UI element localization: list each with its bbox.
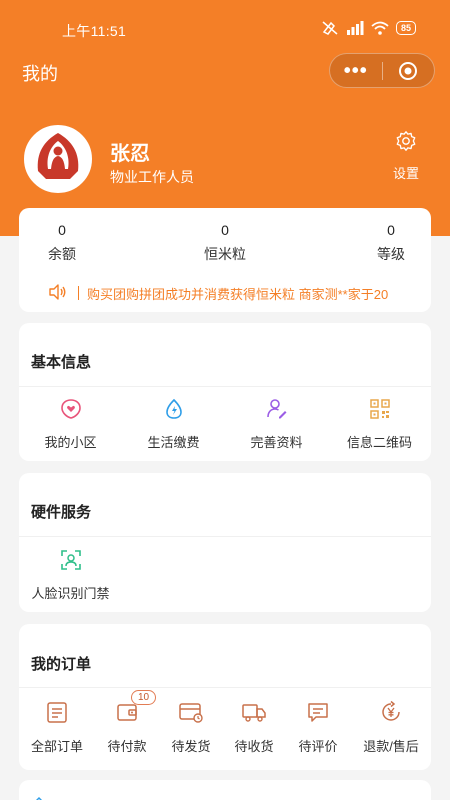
mini-program-capsule: ••• <box>329 53 435 88</box>
marquee-divider <box>78 286 79 300</box>
status-icons: 85 <box>321 20 416 36</box>
user-role: 物业工作人员 <box>110 169 194 185</box>
stat-value: 0 <box>221 222 229 238</box>
order-item-label: 待评价 <box>298 739 338 754</box>
status-bar: 上午11:51 85 <box>0 0 450 46</box>
gear-icon <box>396 131 416 151</box>
my-orders-card: 我的订单 全部订单 10 待付款 待发货 待收货 待评价 退款/售后 <box>19 624 431 770</box>
order-item-label: 退款/售后 <box>363 739 419 754</box>
grid-item-label: 信息二维码 <box>346 435 412 450</box>
next-section-card <box>19 780 431 800</box>
count-badge: 10 <box>131 690 157 705</box>
order-item-refund[interactable]: 退款/售后 <box>355 698 427 755</box>
card-clock-icon <box>179 703 203 723</box>
battery-indicator: 85 <box>395 21 416 35</box>
stat-value: 0 <box>387 222 395 238</box>
order-item-label: 待发货 <box>171 739 211 754</box>
order-item-pending-payment[interactable]: 10 待付款 <box>93 690 161 755</box>
settings-label: 设置 <box>392 166 419 181</box>
order-item-to-review[interactable]: 待评价 <box>284 698 352 755</box>
utility-bolt-icon <box>165 398 182 419</box>
stat-balance[interactable]: 0 余额 <box>17 222 107 264</box>
grid-item-info-qrcode[interactable]: 信息二维码 <box>328 396 431 451</box>
order-item-all[interactable]: 全部订单 <box>23 698 91 755</box>
qr-code-icon <box>369 399 390 419</box>
stat-label: 等级 <box>377 246 405 262</box>
avatar[interactable] <box>24 125 92 193</box>
grid-item-complete-profile[interactable]: 完善资料 <box>225 396 328 451</box>
section-title: 硬件服务 <box>31 504 92 521</box>
more-menu-icon[interactable]: ••• <box>330 61 382 81</box>
section-divider <box>19 386 431 387</box>
order-list-icon <box>47 702 67 723</box>
stat-value: 0 <box>58 222 66 238</box>
order-item-to-receive[interactable]: 待收货 <box>220 698 288 755</box>
stat-label: 余额 <box>48 246 76 262</box>
settings-button[interactable]: 设置 <box>386 130 426 182</box>
grid-item-label: 我的小区 <box>44 435 97 450</box>
close-target-icon[interactable] <box>382 61 434 81</box>
section-title: 我的订单 <box>31 656 92 673</box>
face-scan-icon <box>60 550 81 570</box>
section-divider <box>19 687 431 688</box>
section-title: 基本信息 <box>31 354 92 371</box>
refund-yen-icon <box>382 700 400 721</box>
grid-item-label: 生活缴费 <box>147 435 200 450</box>
partial-icon <box>35 796 43 800</box>
basic-info-card: 基本信息 我的小区 生活缴费 完善资料 信息二维码 <box>19 323 431 461</box>
grid-item-face-access[interactable]: 人脸识别门禁 <box>19 547 122 602</box>
page-title: 我的 <box>22 64 58 84</box>
grid-item-label: 完善资料 <box>250 435 303 450</box>
stat-level[interactable]: 0 等级 <box>346 222 436 264</box>
order-item-label: 待付款 <box>107 739 147 754</box>
grid-item-label: 人脸识别门禁 <box>31 586 110 601</box>
grid-item-utility-payment[interactable]: 生活缴费 <box>122 396 225 451</box>
wifi-icon <box>371 21 389 35</box>
comment-icon <box>308 703 328 722</box>
profile-edit-icon <box>266 399 286 419</box>
order-item-label: 待收货 <box>234 739 274 754</box>
marquee-text: 购买团购拼团成功并消费获得恒米粒 商家测**家于20 <box>87 287 389 302</box>
community-heart-icon <box>60 399 81 419</box>
section-divider <box>19 536 431 537</box>
stat-points[interactable]: 0 恒米粒 <box>180 222 270 264</box>
user-name: 张忍 <box>110 143 150 165</box>
order-item-to-ship[interactable]: 待发货 <box>157 698 225 755</box>
status-time: 上午11:51 <box>62 23 127 39</box>
grid-item-my-community[interactable]: 我的小区 <box>19 396 122 451</box>
notice-marquee[interactable]: 购买团购拼团成功并消费获得恒米粒 商家测**家于20 <box>19 280 431 306</box>
mute-vibrate-icon <box>322 21 338 35</box>
stat-label: 恒米粒 <box>204 246 246 262</box>
cellular-signal-icon <box>346 21 364 35</box>
truck-icon <box>242 704 266 722</box>
hardware-service-card: 硬件服务 人脸识别门禁 <box>19 473 431 612</box>
stats-card: 0 余额 0 恒米粒 0 等级 购买团购拼团成功并消费获得恒米粒 商家测**家于… <box>19 208 431 312</box>
speaker-icon <box>49 284 66 300</box>
order-item-label: 全部订单 <box>30 739 83 754</box>
